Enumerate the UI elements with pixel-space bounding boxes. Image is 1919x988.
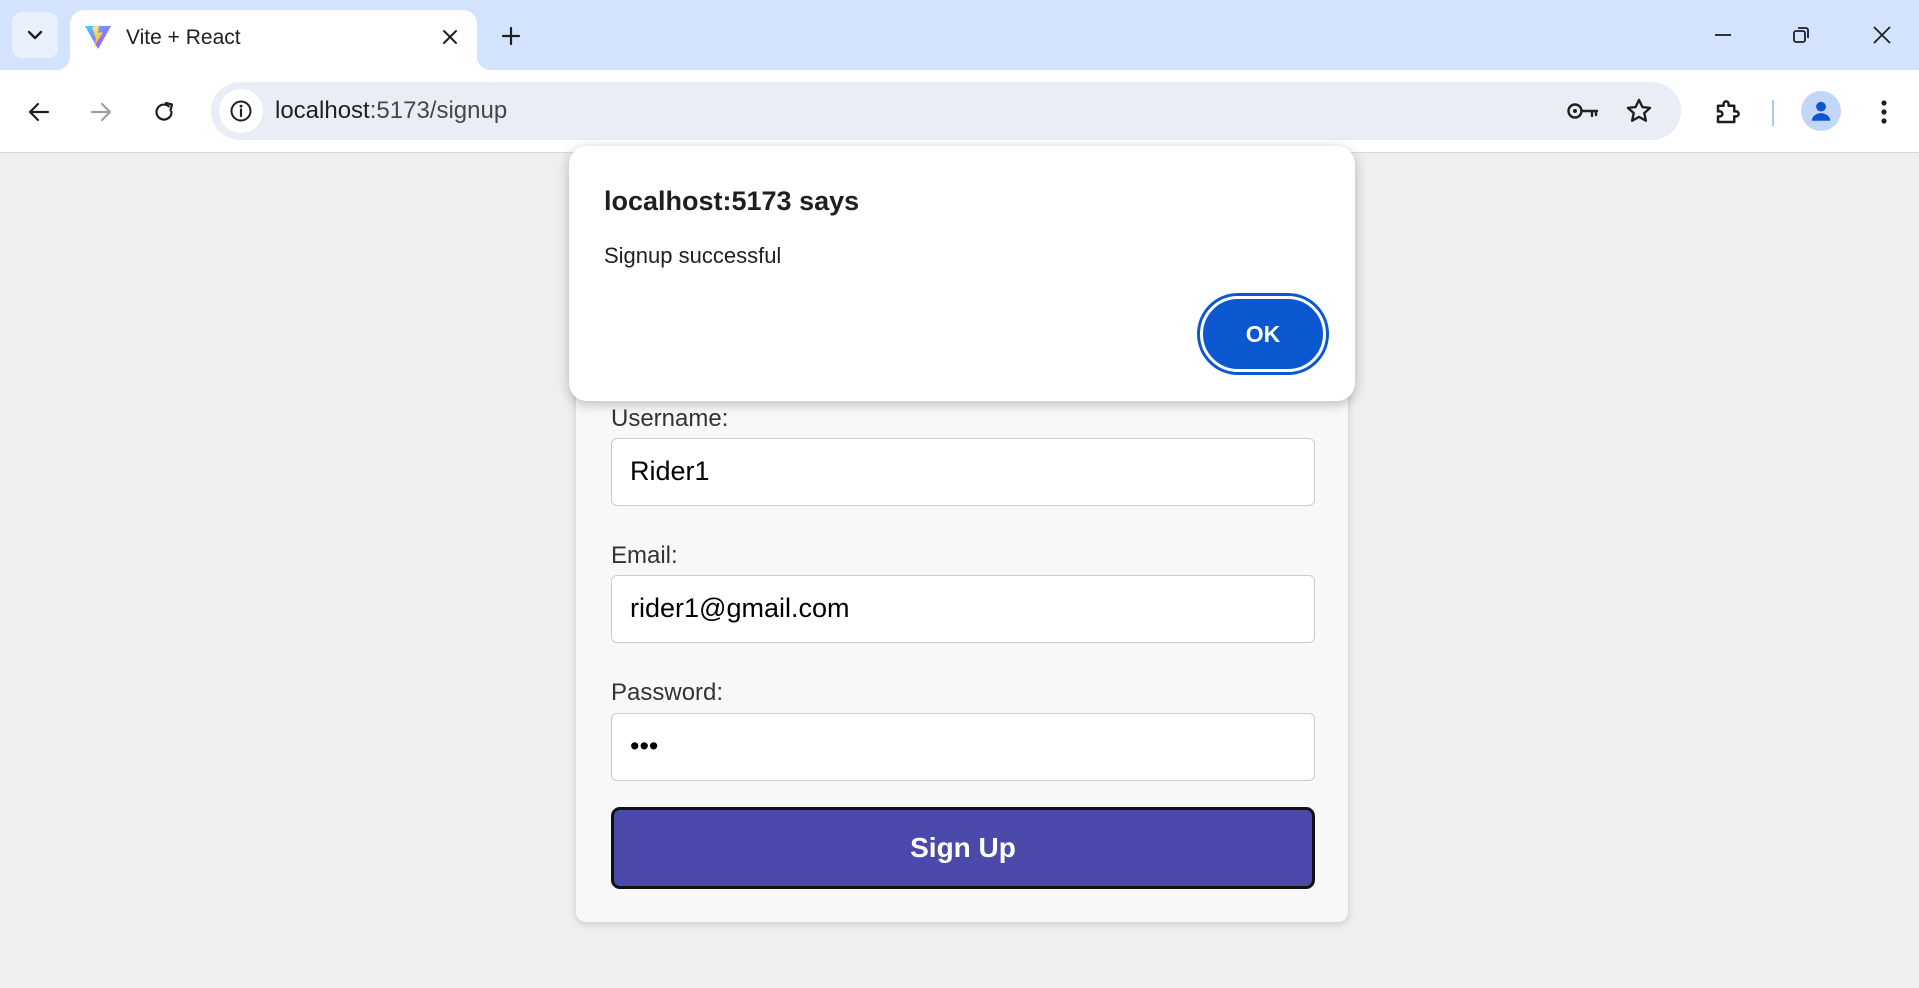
- toolbar-divider: [1772, 100, 1774, 126]
- minimize-icon: [1715, 34, 1731, 36]
- bookmark-button[interactable]: [1619, 91, 1659, 131]
- tab-search-button[interactable]: [12, 12, 58, 58]
- close-window-button[interactable]: [1852, 14, 1912, 56]
- info-icon: [230, 100, 252, 122]
- url-path: :5173/signup: [369, 97, 508, 124]
- puzzle-icon: [1716, 100, 1740, 124]
- password-input[interactable]: •••: [611, 713, 1315, 781]
- tab-title: Vite + React: [126, 26, 241, 49]
- site-info-button[interactable]: [219, 89, 263, 133]
- dialog-message: Signup successful: [604, 243, 782, 268]
- password-label: Password:: [611, 679, 724, 706]
- arrow-right-icon: [90, 102, 112, 122]
- arrow-left-icon: [28, 102, 50, 122]
- chevron-down-icon: [27, 30, 43, 40]
- passwords-button[interactable]: [1563, 91, 1603, 131]
- browser-menu-button[interactable]: [1862, 90, 1906, 134]
- minimize-button[interactable]: [1693, 14, 1753, 56]
- close-icon: [1873, 26, 1891, 44]
- username-label: Username:: [611, 405, 729, 432]
- close-icon: [443, 30, 457, 44]
- signup-form: Username: Rider1 Email: rider1@gmail.com…: [576, 320, 1348, 922]
- vite-logo-icon: [85, 25, 111, 49]
- dialog-title: localhost:5173 says: [604, 186, 860, 216]
- email-label: Email:: [611, 542, 678, 569]
- forward-button[interactable]: [79, 90, 123, 134]
- extensions-button[interactable]: [1706, 90, 1750, 134]
- browser-toolbar: localhost:5173/signup: [0, 70, 1919, 153]
- alert-dialog: localhost:5173 says Signup successful OK: [569, 146, 1355, 401]
- url-host: localhost: [275, 97, 370, 124]
- browser-tab-active[interactable]: Vite + React: [56, 10, 491, 70]
- url-text[interactable]: localhost:5173/signup: [275, 97, 507, 125]
- star-icon: [1626, 98, 1652, 122]
- key-icon: [1567, 103, 1599, 119]
- profile-button[interactable]: [1801, 91, 1841, 131]
- reload-icon: [155, 101, 174, 121]
- reload-button[interactable]: [142, 90, 186, 134]
- restore-icon: [1793, 27, 1809, 43]
- username-input[interactable]: Rider1: [611, 438, 1315, 506]
- ok-button[interactable]: OK: [1200, 296, 1326, 372]
- sign-up-button[interactable]: Sign Up: [611, 807, 1315, 889]
- browser-tab-strip: Vite + React: [0, 0, 1919, 70]
- new-tab-button[interactable]: [491, 18, 531, 54]
- email-input[interactable]: rider1@gmail.com: [611, 575, 1315, 643]
- person-icon: [1811, 101, 1831, 121]
- back-button[interactable]: [17, 90, 61, 134]
- kebab-menu-icon: [1881, 100, 1887, 124]
- address-bar[interactable]: localhost:5173/signup: [211, 82, 1681, 140]
- plus-icon: [501, 26, 521, 46]
- restore-button[interactable]: [1771, 14, 1831, 56]
- tab-close-button[interactable]: [435, 22, 465, 52]
